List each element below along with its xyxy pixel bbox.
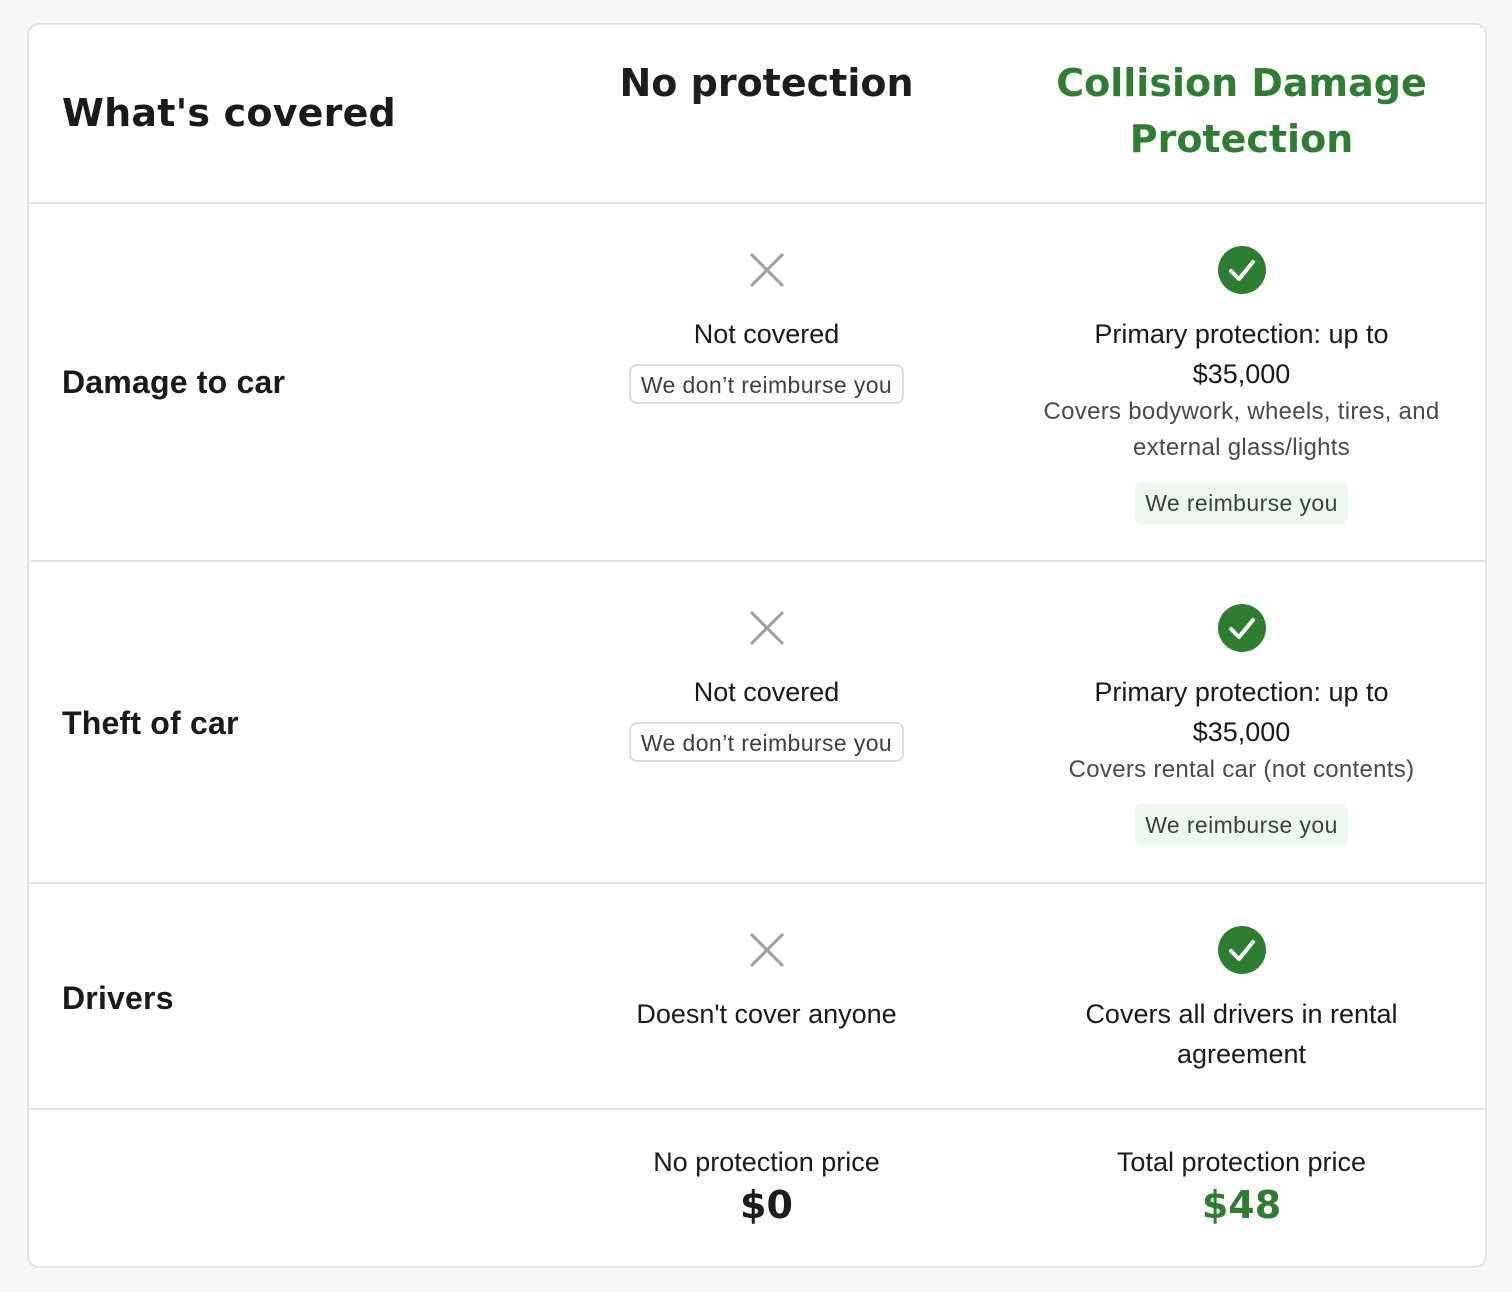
- price-value: $0: [740, 1183, 793, 1227]
- no-protection-cell: Doesn't cover anyone: [589, 884, 944, 1108]
- cdp-content: Primary protection: up to $35,000 Covers…: [1009, 246, 1474, 524]
- table-row-theft-of-car: Theft of car Not covered We don’t reimbu…: [29, 562, 1485, 884]
- check-circle-icon: [1217, 926, 1266, 974]
- no-protection-price: No protection price $0: [589, 1144, 944, 1230]
- table-header-row: What's covered No protection Collision D…: [29, 25, 1485, 204]
- coverage-drivers: Covers all drivers in rental agreement: [1085, 999, 1398, 1069]
- cdp-cell: Primary protection: up to $35,000 Covers…: [1009, 204, 1474, 560]
- table-row-prices: No protection price $0 Total protection …: [29, 1110, 1485, 1266]
- check-circle-icon: [1217, 604, 1266, 652]
- cdp-price-cell: Total protection price $48: [1009, 1110, 1474, 1266]
- table-row-drivers: Drivers Doesn't cover anyone Covers all …: [29, 884, 1485, 1110]
- no-protection-price-cell: No protection price $0: [589, 1110, 944, 1266]
- header-no-protection-cell: No protection: [589, 25, 944, 202]
- reimbursement-badge: We don’t reimburse you: [628, 722, 905, 762]
- header-label-cell: What's covered: [29, 25, 589, 202]
- check-circle-icon: [1217, 246, 1266, 294]
- coverage-amount: Primary protection: up to $35,000: [1094, 677, 1389, 747]
- coverage-status: Not covered: [693, 677, 840, 707]
- table-row-damage-to-car: Damage to car Not covered We don’t reimb…: [29, 204, 1485, 562]
- price-label: Total protection price: [1116, 1147, 1367, 1177]
- cdp-content: Covers all drivers in rental agreement: [1009, 926, 1474, 1074]
- price-value: $48: [1201, 1183, 1282, 1227]
- row-label-cell: Damage to car: [29, 204, 589, 560]
- cdp-price: Total protection price $48: [1009, 1144, 1474, 1230]
- cdp-cell: Covers all drivers in rental agreement: [1009, 884, 1474, 1108]
- cdp-cell: Primary protection: up to $35,000 Covers…: [1009, 562, 1474, 882]
- row-label-theft-of-car: Theft of car: [62, 705, 239, 741]
- coverage-amount: Primary protection: up to $35,000: [1094, 319, 1389, 389]
- coverage-description: Covers rental car (not contents): [1068, 756, 1415, 783]
- coverage-description: Covers bodywork, wheels, tires, and exte…: [1043, 398, 1440, 461]
- no-protection-cell: Not covered We don’t reimburse you: [589, 562, 944, 882]
- reimbursement-badge: We don’t reimburse you: [628, 364, 905, 404]
- row-label-cell: Drivers: [29, 884, 589, 1108]
- no-protection-cell: Not covered We don’t reimburse you: [589, 204, 944, 560]
- row-label-damage-to-car: Damage to car: [62, 364, 286, 400]
- no-protection-content: Doesn't cover anyone: [589, 926, 944, 1034]
- close-icon: [749, 932, 784, 968]
- reimbursement-badge: We reimburse you: [1135, 804, 1348, 846]
- no-protection-content: Not covered We don’t reimburse you: [589, 246, 944, 404]
- column-header-no-protection: No protection: [619, 61, 914, 105]
- coverage-status: Not covered: [693, 319, 840, 349]
- cdp-content: Primary protection: up to $35,000 Covers…: [1009, 604, 1474, 846]
- column-header-collision-damage-protection: Collision Damage Protection: [1056, 61, 1427, 161]
- price-label-cell: [29, 1110, 589, 1266]
- column-header-whats-covered: What's covered: [62, 91, 396, 135]
- price-label: No protection price: [653, 1147, 880, 1177]
- header-cdp-cell: Collision Damage Protection: [1009, 25, 1474, 202]
- no-protection-content: Not covered We don’t reimburse you: [589, 604, 944, 762]
- coverage-comparison-table: What's covered No protection Collision D…: [27, 23, 1487, 1268]
- close-icon: [749, 252, 784, 288]
- coverage-status: Doesn't cover anyone: [636, 999, 897, 1029]
- row-label-drivers: Drivers: [62, 980, 174, 1016]
- reimbursement-badge: We reimburse you: [1135, 482, 1348, 524]
- row-label-cell: Theft of car: [29, 562, 589, 882]
- close-icon: [749, 610, 784, 646]
